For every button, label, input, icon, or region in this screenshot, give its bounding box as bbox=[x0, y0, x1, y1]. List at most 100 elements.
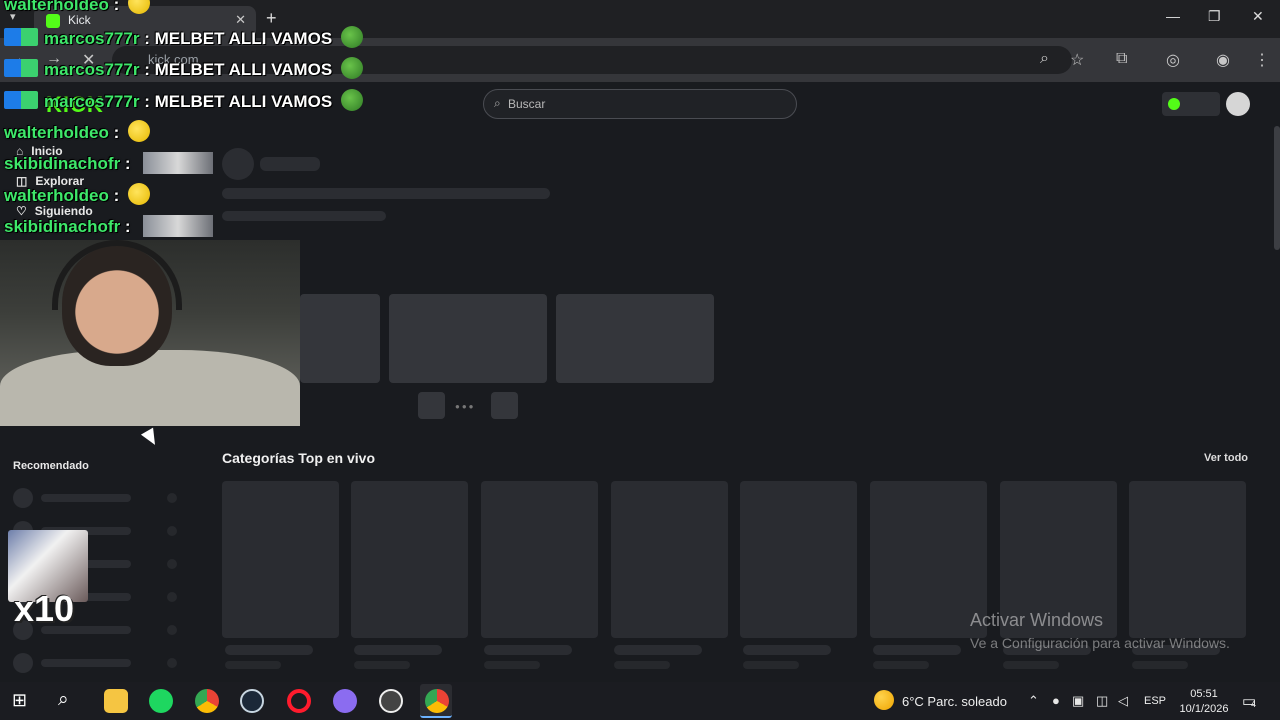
notification-count: 4 bbox=[1251, 699, 1257, 709]
category-card[interactable] bbox=[740, 481, 857, 638]
image-emote-icon bbox=[143, 215, 214, 237]
skeleton-line bbox=[225, 645, 313, 655]
carousel-prev-button[interactable] bbox=[418, 392, 445, 419]
chat-text: MELBET ALLI VAMOS bbox=[154, 92, 333, 111]
section-title: Categorías Top en vivo bbox=[222, 450, 375, 466]
skeleton-line bbox=[225, 661, 281, 669]
login-button[interactable] bbox=[1162, 92, 1220, 116]
carousel-card[interactable] bbox=[300, 294, 380, 383]
mouse-cursor-icon bbox=[140, 427, 162, 449]
skeleton-line bbox=[1003, 661, 1059, 669]
skeleton-line bbox=[484, 645, 572, 655]
skeleton-line bbox=[743, 645, 831, 655]
image-emote-icon bbox=[143, 152, 214, 174]
clock[interactable]: 05:51 10/1/2026 bbox=[1172, 687, 1236, 717]
browser-menu-icon[interactable]: ⋮ bbox=[1254, 50, 1270, 70]
chat-message: marcos777r : MELBET ALLI VAMOS bbox=[4, 57, 363, 83]
profile-sync-icon[interactable]: ◎ bbox=[1166, 50, 1180, 70]
chat-badge-icon bbox=[4, 91, 38, 109]
watermark-subtitle: Ve a Configuración para activar Windows. bbox=[970, 635, 1230, 651]
category-card[interactable] bbox=[481, 481, 598, 638]
pepe-emote-icon bbox=[340, 89, 363, 111]
category-card[interactable] bbox=[351, 481, 468, 638]
carousel-dots: ●●● bbox=[455, 402, 476, 411]
skeleton-line bbox=[614, 661, 670, 669]
microphone-icon[interactable]: ● bbox=[1052, 693, 1060, 708]
chat-username: walterholdeo bbox=[4, 123, 109, 142]
weather-icon[interactable] bbox=[874, 690, 894, 710]
carousel-card[interactable] bbox=[556, 294, 714, 383]
discord-like-icon[interactable] bbox=[333, 689, 357, 713]
watermark-title: Activar Windows bbox=[970, 610, 1104, 630]
chat-message: marcos777r : MELBET ALLI VAMOS bbox=[4, 26, 363, 52]
search-icon: ⌕ bbox=[494, 96, 501, 110]
chat-message: skibidinachofr : bbox=[4, 215, 214, 241]
chat-message: walterholdeo : bbox=[4, 120, 150, 146]
category-card[interactable] bbox=[611, 481, 728, 638]
windows-start-icon[interactable]: ⊞ bbox=[12, 690, 27, 711]
tray-app-icon[interactable]: ▣ bbox=[1072, 693, 1084, 709]
see-all-link[interactable]: Ver todo bbox=[1204, 452, 1248, 464]
search-input[interactable]: ⌕ Buscar bbox=[483, 89, 797, 119]
weather-text[interactable]: 6°C Parc. soleado bbox=[902, 694, 1007, 709]
search-placeholder: Buscar bbox=[508, 97, 546, 111]
chat-username: walterholdeo bbox=[4, 0, 109, 14]
chat-message: walterholdeo : bbox=[4, 183, 150, 209]
extensions-icon[interactable]: ⧉ bbox=[1116, 50, 1127, 68]
chat-message: skibidinachofr : bbox=[4, 152, 214, 178]
chat-username: marcos777r bbox=[44, 92, 140, 111]
chat-message: walterholdeo : bbox=[4, 0, 150, 18]
pepe-emote-icon bbox=[340, 26, 363, 48]
file-explorer-icon[interactable] bbox=[104, 689, 128, 713]
list-item[interactable] bbox=[13, 488, 183, 508]
emote-icon bbox=[128, 120, 150, 142]
chat-username: marcos777r bbox=[44, 29, 140, 48]
steam-icon[interactable] bbox=[240, 689, 264, 713]
chat-username: walterholdeo bbox=[4, 186, 109, 205]
clock-time: 05:51 bbox=[1190, 688, 1218, 700]
spotify-icon[interactable] bbox=[149, 689, 173, 713]
opera-icon[interactable] bbox=[287, 689, 311, 713]
skeleton-avatar bbox=[222, 148, 254, 180]
carousel-next-button[interactable] bbox=[491, 392, 518, 419]
chat-text: MELBET ALLI VAMOS bbox=[154, 29, 333, 48]
chrome-icon[interactable] bbox=[425, 689, 449, 713]
clock-date: 10/1/2026 bbox=[1179, 703, 1229, 715]
profile-avatar-icon[interactable]: ◉ bbox=[1216, 50, 1230, 70]
tray-chevron-up-icon[interactable]: ⌃ bbox=[1028, 693, 1039, 709]
skeleton-line bbox=[1132, 661, 1188, 669]
network-icon[interactable]: ◫ bbox=[1096, 693, 1108, 709]
maximize-icon[interactable]: ❐ bbox=[1208, 8, 1221, 25]
windows-activation-watermark: Activar Windows Ve a Configuración para … bbox=[970, 610, 1230, 651]
close-window-icon[interactable]: ✕ bbox=[1252, 8, 1264, 25]
chat-message: marcos777r : MELBET ALLI VAMOS bbox=[4, 89, 363, 115]
minimize-icon[interactable]: — bbox=[1166, 8, 1180, 24]
chat-text: MELBET ALLI VAMOS bbox=[154, 60, 333, 79]
category-card[interactable] bbox=[222, 481, 339, 638]
zoom-icon[interactable]: ⌕ bbox=[1040, 50, 1049, 68]
chat-username: skibidinachofr bbox=[4, 217, 121, 236]
chat-badge-icon bbox=[4, 28, 38, 46]
bookmark-star-icon[interactable]: ☆ bbox=[1070, 50, 1084, 70]
emote-icon bbox=[128, 0, 150, 14]
list-item[interactable] bbox=[13, 653, 183, 673]
volume-icon[interactable]: ◁ bbox=[1118, 693, 1128, 709]
skeleton-line bbox=[222, 188, 550, 199]
taskbar-search-icon[interactable]: ⌕ bbox=[58, 689, 69, 711]
skeleton-line bbox=[484, 661, 540, 669]
pepe-emote-icon bbox=[340, 57, 363, 79]
skeleton-line bbox=[222, 211, 386, 221]
chrome-icon[interactable] bbox=[195, 689, 219, 713]
skeleton-line bbox=[873, 661, 929, 669]
language-indicator[interactable]: ESP bbox=[1144, 695, 1166, 707]
page-scrollbar[interactable] bbox=[1274, 126, 1280, 250]
user-menu-avatar[interactable] bbox=[1226, 92, 1250, 116]
windows-taskbar bbox=[0, 682, 1280, 720]
obs-icon[interactable] bbox=[379, 689, 403, 713]
kick-badge-icon bbox=[1168, 98, 1180, 110]
skeleton-line bbox=[743, 661, 799, 669]
emote-icon bbox=[128, 183, 150, 205]
recommended-heading: Recomendado bbox=[13, 460, 89, 472]
skeleton-line bbox=[614, 645, 702, 655]
carousel-card[interactable] bbox=[389, 294, 547, 383]
